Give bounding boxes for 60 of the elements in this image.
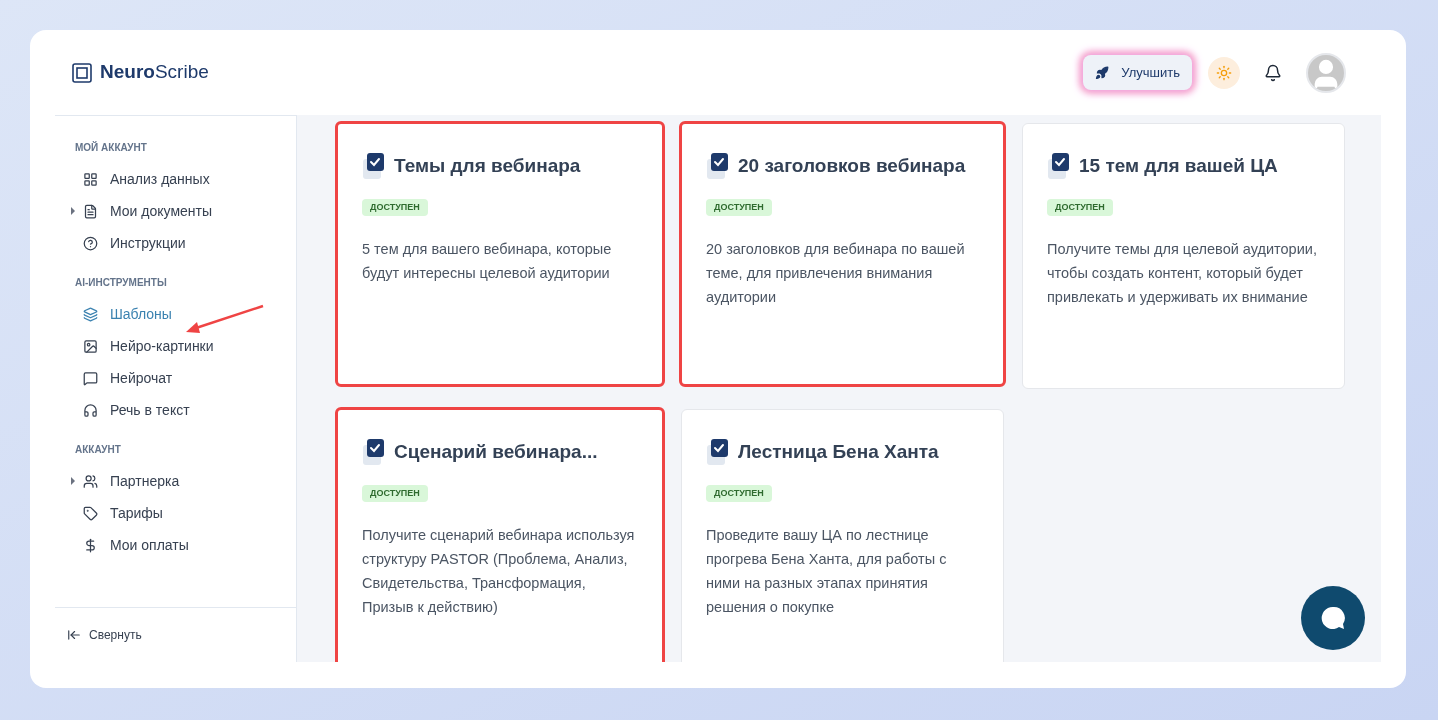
card-title: 20 заголовков вебинара (738, 154, 966, 178)
section-heading: МОЙ АККАУНТ (75, 140, 148, 155)
layers-icon (83, 306, 98, 322)
status-badge: ДОСТУПЕН (362, 484, 428, 502)
document-icon (83, 203, 98, 219)
expand-caret-icon[interactable] (71, 477, 75, 485)
chat-bubble-icon (1319, 604, 1347, 632)
card-description: Получите сценарий вебинара используя структуру PASTOR (Проблема, Анализ, Свидетельства, Трансформация, Призыв к действию) (362, 525, 636, 617)
rocket-icon (1095, 65, 1110, 80)
card-title: Темы для вебинара (394, 154, 581, 178)
checkbox-icon (706, 438, 730, 467)
sidebar-item[interactable]: Анализ данных (75, 168, 210, 190)
sidebar-item[interactable]: Шаблоны (75, 303, 172, 325)
card-description: 20 заголовков для вебинара по вашей теме, для привлечения внимания аудитории (706, 239, 966, 307)
sidebar-item[interactable]: Нейрочат (75, 367, 173, 389)
sun-icon (1216, 64, 1232, 81)
card-description: Получите темы для целевой аудитории, чтобы создать контент, который будет привлекать и удерживать их внимание (1047, 239, 1318, 307)
brand-name: NeuroScribe (100, 60, 209, 85)
status-badge: ДОСТУПЕН (706, 484, 772, 502)
card-title: 15 тем для вашей ЦА (1079, 154, 1278, 178)
collapse-icon (67, 628, 81, 642)
status-badge: ДОСТУПЕН (706, 198, 772, 216)
grid-icon (83, 171, 98, 187)
checkbox-icon (362, 152, 386, 181)
card-title: Сценарий вебинара... (394, 440, 598, 464)
section-heading: АККАУНТ (75, 443, 122, 457)
checkbox-icon (706, 152, 730, 181)
section-heading: AI-ИНСТРУМЕНТЫ (75, 276, 168, 290)
upgrade-button[interactable]: Улучшить (1083, 54, 1192, 91)
headphones-icon (83, 402, 98, 418)
dollar-icon (83, 537, 98, 553)
template-card[interactable]: Сценарий вебинара... ДОСТУПЕН Получите сценарий вебинара используя структуру PASTOR (Проблема, Анализ, Свидетельства, Трансформация, Призыв к действию) (335, 407, 665, 662)
sidebar-item[interactable]: Партнерка (75, 470, 180, 492)
template-card[interactable]: Темы для вебинара ДОСТУПЕН 5 тем для вашего вебинара, которые будут интересны целевой аудитории (335, 121, 665, 387)
users-icon (83, 473, 98, 489)
chat-icon (83, 370, 98, 386)
sidebar-item[interactable]: Нейро-картинки (75, 335, 214, 357)
tag-icon (83, 505, 98, 521)
template-card[interactable]: Лестница Бена Ханта ДОСТУПЕН Проведите вашу ЦА по лестнице прогрева Бена Ханта, для работы с ними на разных этапах принятия решения о покупке (681, 409, 1004, 662)
image-icon (83, 338, 98, 354)
sidebar-item[interactable]: Тарифы (75, 502, 163, 524)
checkbox-icon (1047, 152, 1071, 181)
notification-bell-icon[interactable] (1264, 63, 1282, 82)
sidebar-item[interactable]: Мои документы (75, 200, 212, 222)
card-description: 5 тем для вашего вебинара, которые будут интересны целевой аудитории (362, 239, 613, 283)
checkbox-icon (362, 438, 386, 467)
status-badge: ДОСТУПЕН (362, 198, 428, 216)
theme-toggle[interactable] (1208, 56, 1240, 89)
help-icon (83, 235, 98, 251)
status-badge: ДОСТУПЕН (1047, 198, 1113, 216)
expand-caret-icon[interactable] (71, 207, 75, 215)
sidebar-item[interactable]: Речь в текст (75, 399, 190, 421)
template-card[interactable]: 20 заголовков вебинара ДОСТУПЕН 20 заголовков для вебинара по вашей теме, для привлечения внимания аудитории (679, 121, 1006, 387)
sidebar-item[interactable]: Инструкции (75, 232, 186, 254)
card-description: Проведите вашу ЦА по лестнице прогрева Бена Ханта, для работы с ними на разных этапах принятия решения о покупке (706, 525, 948, 617)
template-card[interactable]: 15 тем для вашей ЦА ДОСТУПЕН Получите темы для целевой аудитории, чтобы создать контент, который будет привлекать и удерживать их внимание (1022, 123, 1345, 389)
logo-icon (72, 62, 92, 83)
sidebar-item[interactable]: Мои оплаты (75, 534, 189, 556)
card-title: Лестница Бена Ханта (738, 440, 939, 464)
collapse-button[interactable]: Свернуть (67, 626, 142, 644)
